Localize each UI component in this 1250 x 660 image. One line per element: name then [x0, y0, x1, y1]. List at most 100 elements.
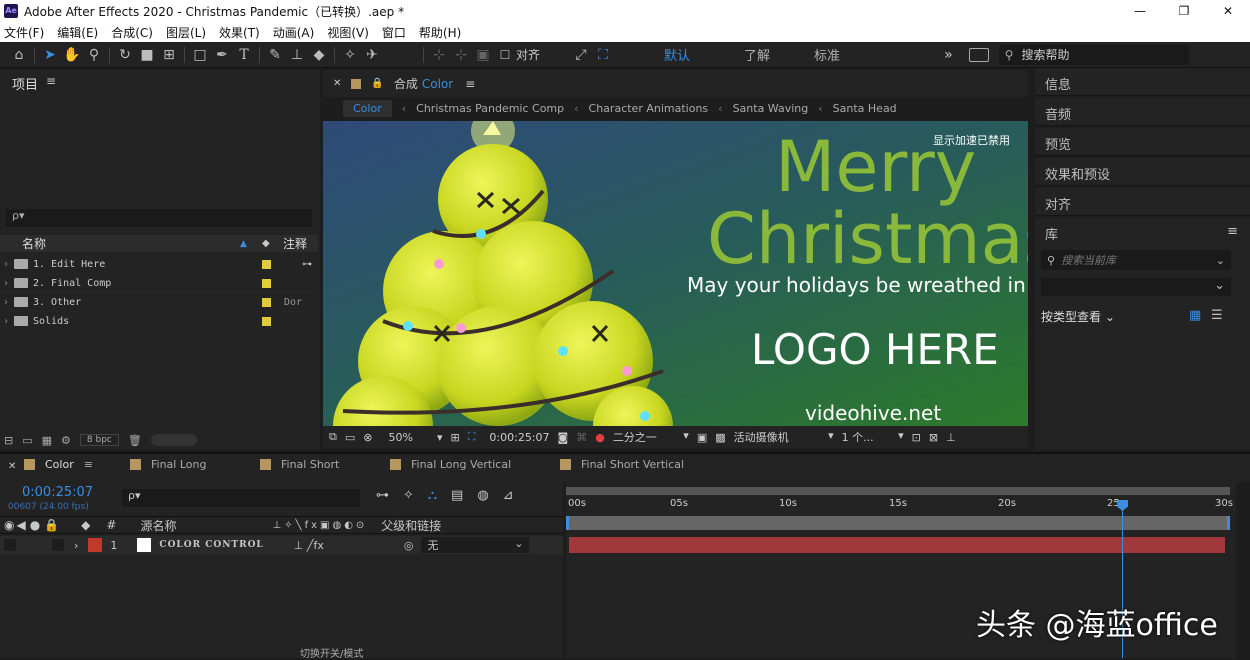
project-search-input[interactable]: ρ▾	[6, 209, 312, 227]
fast-preview-icon[interactable]: ▣	[697, 431, 707, 444]
camera-snapshot-icon[interactable]: ◙	[558, 431, 569, 444]
label-column-icon[interactable]: ◆	[262, 238, 270, 249]
panel-info[interactable]: 信息	[1035, 68, 1250, 96]
camera-tool-icon[interactable]: ■	[136, 44, 158, 66]
menu-window[interactable]: 窗口	[382, 24, 406, 41]
rotate-tool-icon[interactable]: ↻	[114, 44, 136, 66]
menu-layer[interactable]: 图层(L)	[166, 24, 206, 41]
layer-name[interactable]: COLOR CONTROL	[159, 540, 263, 550]
monitor-icon[interactable]: ▭	[345, 431, 355, 444]
comp-flowchart-icon[interactable]: ⊶	[376, 488, 389, 503]
layer-label-swatch[interactable]	[88, 538, 103, 552]
menu-help[interactable]: 帮助(H)	[419, 24, 461, 41]
column-parent-header[interactable]: 父级和链接	[381, 517, 441, 534]
grid-view-icon[interactable]: ▦	[1189, 308, 1201, 323]
list-view-icon[interactable]: ☰	[1211, 308, 1223, 323]
menu-file[interactable]: 文件(F)	[4, 24, 44, 41]
close-tab-icon[interactable]: ✕	[333, 78, 341, 89]
motion-blur-icon[interactable]: ◍	[477, 488, 488, 503]
view-by-type-dropdown[interactable]: 按类型查看 ⌄	[1041, 308, 1115, 325]
parent-dropdown[interactable]: 无 ⌄	[421, 537, 530, 553]
breadcrumb-santa-waving[interactable]: Santa Waving	[733, 102, 809, 115]
menu-view[interactable]: 视图(V)	[327, 24, 369, 41]
timeline-tab-color[interactable]: Color ≡	[24, 458, 93, 471]
type-tool-icon[interactable]: T	[233, 44, 255, 66]
comp-tab-name[interactable]: Color	[422, 77, 453, 91]
chevron-down-icon[interactable]: ⌄	[1216, 254, 1225, 267]
camera-dropdown[interactable]: 活动摄像机 ▾	[734, 429, 834, 445]
breadcrumb-character-animations[interactable]: Character Animations	[589, 102, 709, 115]
workspace-learn[interactable]: 了解	[744, 45, 770, 64]
menu-animation[interactable]: 动画(A)	[273, 24, 315, 41]
pan-behind-tool-icon[interactable]: ⊞	[158, 44, 180, 66]
panel-align[interactable]: 对齐	[1035, 188, 1250, 216]
workspace-default[interactable]: 默认	[664, 45, 690, 64]
views-dropdown[interactable]: 1 个... ▾	[842, 429, 904, 445]
workspace-standard[interactable]: 标准	[814, 45, 840, 64]
panel-menu-icon[interactable]: ≡	[84, 458, 93, 471]
expand-chevron-icon[interactable]: ›	[3, 297, 9, 308]
preview-icon[interactable]: ⊠	[929, 431, 938, 444]
pick-whip-icon[interactable]: ◎	[404, 539, 414, 552]
snap-icon[interactable]: ⤢	[570, 44, 592, 66]
solo-icon[interactable]: ●	[30, 518, 40, 532]
new-folder-icon[interactable]: ▭	[22, 434, 32, 447]
close-tab-icon[interactable]: ✕	[8, 461, 16, 472]
maximize-button[interactable]: ❐	[1162, 0, 1206, 22]
zoom-tool-icon[interactable]: ⚲	[83, 44, 105, 66]
hand-tool-icon[interactable]: ✋	[61, 44, 83, 66]
mask-icon[interactable]: ⊗	[363, 431, 372, 444]
comp-viewer[interactable]: 显示加速已禁用 Merry Christmas May your holiday…	[323, 121, 1028, 426]
visibility-toggle[interactable]	[4, 539, 16, 551]
project-item-other[interactable]: › 3. Other Dor	[0, 293, 318, 312]
color-channel-icon[interactable]: ●	[595, 431, 605, 444]
reset-exposure-icon[interactable]: ⊥	[946, 431, 956, 444]
column-comment-header[interactable]: 注释	[283, 235, 307, 252]
panel-audio[interactable]: 音频	[1035, 98, 1250, 126]
label-color-swatch[interactable]	[262, 317, 271, 326]
minimize-button[interactable]: —	[1118, 0, 1162, 22]
search-panel-icon[interactable]	[968, 47, 989, 62]
delete-icon[interactable]: 🗑	[128, 434, 142, 447]
breadcrumb-santa-head[interactable]: Santa Head	[833, 102, 897, 115]
expand-chevron-icon[interactable]: ›	[74, 539, 78, 552]
layer-switches[interactable]: ⊥ ╱fx	[294, 539, 324, 552]
bit-depth-button[interactable]: 8 bpc	[79, 434, 119, 446]
video-visibility-icon[interactable]: ◉	[4, 518, 14, 532]
timeline-search-input[interactable]: ρ▾	[122, 489, 360, 507]
timeline-tab-final-short[interactable]: Final Short	[260, 458, 339, 471]
rectangle-tool-icon[interactable]: □	[189, 44, 211, 66]
snapping-icon[interactable]: ⛶	[592, 44, 614, 66]
timeline-current-time[interactable]: 0:00:25:07	[22, 485, 93, 500]
timeline-tab-final-long[interactable]: Final Long	[130, 458, 206, 471]
local-axis-icon[interactable]: ⊹	[428, 44, 450, 66]
library-dropdown[interactable]: ⌄	[1041, 278, 1231, 296]
menu-effect[interactable]: 效果(T)	[219, 24, 260, 41]
draft-3d-icon[interactable]: ✧	[403, 488, 414, 503]
thumbnail-slider[interactable]	[150, 434, 197, 446]
label-color-swatch[interactable]	[262, 260, 271, 269]
show-snapshot-icon[interactable]: ⌘	[576, 431, 587, 444]
roto-brush-tool-icon[interactable]: ✧	[339, 44, 361, 66]
toggle-transparency-icon[interactable]: ▩	[715, 431, 725, 444]
project-settings-icon[interactable]: ⚙	[61, 434, 71, 447]
new-composition-icon[interactable]: ▦	[42, 434, 52, 447]
lock-icon[interactable]: 🔒	[44, 518, 59, 532]
library-search-input[interactable]: ⚲ 搜索当前库 ⌄	[1041, 250, 1231, 270]
breadcrumb-christmas-pandemic-comp[interactable]: Christmas Pandemic Comp	[416, 102, 564, 115]
timeline-tab-final-long-vertical[interactable]: Final Long Vertical	[390, 458, 511, 471]
expand-chevron-icon[interactable]: ›	[3, 259, 9, 270]
expand-chevron-icon[interactable]: ›	[3, 278, 9, 289]
eraser-tool-icon[interactable]: ◆	[308, 44, 330, 66]
panel-library[interactable]: 库 ≡ ⚲ 搜索当前库 ⌄ ⌄ 按类型查看 ⌄ ▦ ☰	[1035, 218, 1250, 450]
project-item-final-comp[interactable]: › 2. Final Comp	[0, 274, 318, 293]
expand-chevron-icon[interactable]: ›	[3, 316, 9, 327]
panel-effects-presets[interactable]: 效果和预设	[1035, 158, 1250, 186]
column-source-name-header[interactable]: 源名称	[140, 517, 176, 534]
view-axis-icon[interactable]: ▣	[472, 44, 494, 66]
home-icon[interactable]: ⌂	[8, 44, 30, 66]
frame-blending-icon[interactable]: ▤	[451, 488, 463, 503]
pen-tool-icon[interactable]: ✒	[211, 44, 233, 66]
menu-composition[interactable]: 合成(C)	[111, 24, 153, 41]
region-of-interest-icon[interactable]: ⊞	[450, 431, 459, 444]
